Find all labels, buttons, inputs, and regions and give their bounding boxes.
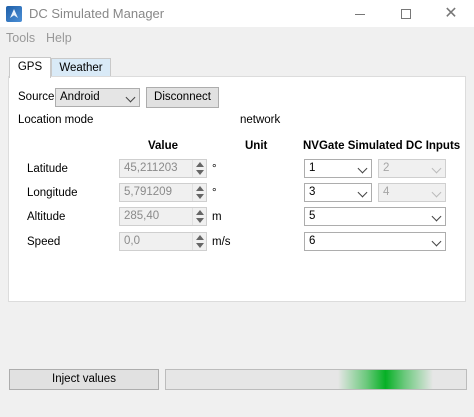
speed-input-select[interactable]: 6	[304, 232, 446, 251]
spin-arrows[interactable]	[192, 160, 206, 177]
speed-input-value: 6	[309, 235, 316, 247]
longitude-value: 5,791209	[124, 186, 172, 198]
altitude-field[interactable]: 285,40	[119, 207, 207, 226]
chevron-down-icon	[357, 163, 368, 174]
longitude-unit: °	[212, 187, 217, 199]
speed-value: 0,0	[124, 235, 140, 247]
latitude-unit: °	[212, 163, 217, 175]
arrow-down-icon	[196, 194, 204, 199]
arrow-up-icon	[196, 210, 204, 215]
menu-bar: Tools Help	[0, 27, 474, 49]
gps-panel: Source Android Disconnect Location mode …	[8, 76, 466, 302]
inputs-header: NVGate Simulated DC Inputs	[303, 140, 461, 152]
minimize-icon	[355, 13, 365, 15]
location-mode-label: Location mode	[18, 114, 94, 126]
unit-header: Unit	[245, 140, 268, 152]
window-title: DC Simulated Manager	[29, 6, 165, 21]
spin-arrows[interactable]	[192, 184, 206, 201]
arrow-up-icon	[196, 235, 204, 240]
altitude-value: 285,40	[124, 210, 160, 222]
arrow-down-icon	[196, 243, 204, 248]
arrow-down-icon	[196, 170, 204, 175]
tab-gps[interactable]: GPS	[9, 57, 51, 78]
chevron-down-icon	[431, 236, 442, 247]
latitude-input2-value: 2	[383, 162, 390, 174]
latitude-input-value: 1	[309, 162, 316, 174]
longitude-input-value: 3	[309, 186, 316, 198]
latitude-input2-select: 2	[378, 159, 446, 178]
latitude-field[interactable]: 45,211203	[119, 159, 207, 178]
source-label: Source	[18, 91, 55, 103]
location-mode-value: network	[240, 114, 281, 126]
speed-label: Speed	[27, 236, 61, 248]
longitude-input2-value: 4	[383, 186, 390, 198]
arrow-up-icon	[196, 162, 204, 167]
longitude-input-select[interactable]: 3	[304, 183, 372, 202]
tab-weather[interactable]: Weather	[51, 58, 111, 77]
menu-help[interactable]: Help	[46, 31, 72, 45]
title-bar: DC Simulated Manager ✕	[0, 0, 474, 27]
app-icon	[6, 6, 22, 22]
altitude-input-select[interactable]: 5	[304, 207, 446, 226]
speed-field[interactable]: 0,0	[119, 232, 207, 251]
source-select[interactable]: Android	[55, 88, 140, 107]
spin-arrows[interactable]	[192, 233, 206, 250]
chevron-down-icon	[431, 211, 442, 222]
progress-bar	[165, 369, 467, 390]
menu-tools[interactable]: Tools	[6, 31, 35, 45]
value-header: Value	[148, 140, 179, 152]
chevron-down-icon	[431, 187, 442, 198]
altitude-label: Altitude	[27, 211, 66, 223]
arrow-down-icon	[196, 218, 204, 223]
chevron-down-icon	[125, 92, 136, 103]
disconnect-button[interactable]: Disconnect	[146, 87, 219, 108]
chevron-down-icon	[431, 163, 442, 174]
progress-indicator	[338, 370, 433, 389]
latitude-label: Latitude	[27, 163, 68, 175]
longitude-input2-select: 4	[378, 183, 446, 202]
spin-arrows[interactable]	[192, 208, 206, 225]
close-button[interactable]: ✕	[428, 0, 474, 27]
maximize-icon	[401, 9, 411, 20]
longitude-field[interactable]: 5,791209	[119, 183, 207, 202]
latitude-value: 45,211203	[124, 162, 178, 174]
minimize-button[interactable]	[337, 0, 383, 27]
chevron-down-icon	[357, 187, 368, 198]
speed-unit: m/s	[212, 236, 231, 248]
close-icon: ✕	[444, 5, 458, 22]
maximize-button[interactable]	[383, 0, 429, 27]
altitude-unit: m	[212, 211, 222, 223]
latitude-input-select[interactable]: 1	[304, 159, 372, 178]
inject-values-button[interactable]: Inject values	[9, 369, 159, 390]
arrow-up-icon	[196, 186, 204, 191]
altitude-input-value: 5	[309, 210, 316, 222]
source-selected-value: Android	[60, 91, 100, 103]
longitude-label: Longitude	[27, 187, 78, 199]
